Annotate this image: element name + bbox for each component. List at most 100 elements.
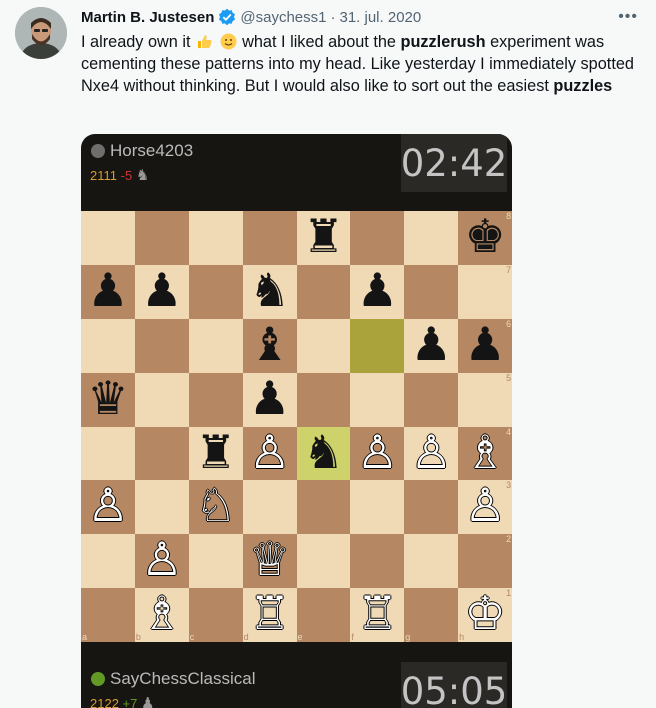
square-g3[interactable] [404,480,459,535]
chess-piece-a5[interactable]: ♛ [81,371,135,425]
square-c8[interactable] [188,211,243,265]
chess-piece-b2[interactable]: ♙ [135,532,189,586]
square-f8[interactable] [350,211,405,265]
square-f6[interactable] [350,318,405,373]
square-a5[interactable]: ♛ [81,371,135,427]
square-e5[interactable] [296,372,351,427]
square-f7[interactable]: ♟ [350,263,405,319]
top-player: Horse4203 [91,141,193,161]
chess-piece-g6[interactable]: ♟ [404,317,458,371]
square-c2[interactable] [188,534,243,589]
chess-piece-e4[interactable]: ♞ [297,425,351,479]
chess-piece-h3[interactable]: ♙ [458,478,512,532]
square-f1[interactable]: f ♖ [350,586,405,643]
chess-piece-g4[interactable]: ♙ [404,425,458,479]
chess-piece-d2[interactable]: ♕ [243,532,297,586]
square-d5[interactable]: ♟ [242,371,297,427]
square-b1[interactable]: b ♗ [134,586,189,643]
square-b4[interactable] [134,426,189,481]
square-a3[interactable]: ♙ [81,478,135,535]
square-a4[interactable] [81,426,135,481]
chess-piece-d6[interactable]: ♝ [243,317,297,371]
rank-label: 5 [506,372,512,383]
chess-piece-d4[interactable]: ♙ [243,425,297,479]
square-h3[interactable]: 3 ♙ [458,478,512,535]
square-f4[interactable]: ♙ [350,425,405,481]
square-c4[interactable]: ♜ [188,425,243,481]
square-c7[interactable] [188,264,243,319]
square-b7[interactable]: ♟ [134,263,189,319]
chess-piece-f1[interactable]: ♖ [350,586,404,640]
square-g5[interactable] [404,372,459,427]
square-f5[interactable] [350,372,405,427]
chess-piece-b1[interactable]: ♗ [135,586,189,640]
square-c6[interactable] [188,318,243,373]
square-a2[interactable] [81,534,135,589]
chess-board[interactable]: ♜ 8 ♚ ♟ ♟ ♞ ♟ 7 ♝ ♟ 6 ♟ ♛ ♟ 5 ♜ ♙ ♞ ♙ ♙ 4 ♗ ♙ ♘ 3 ♙ ♙ ♕ 2 a b ♗ c d ♖ e f ♖ g 1… [81,209,512,643]
square-e8[interactable]: ♜ [296,209,351,265]
square-f3[interactable] [350,480,405,535]
chess-piece-d7[interactable]: ♞ [243,263,297,317]
chess-piece-h6[interactable]: ♟ [458,317,512,371]
square-g2[interactable] [404,534,459,589]
square-a7[interactable]: ♟ [81,263,135,319]
tweet-date[interactable]: 31. jul. 2020 [339,9,421,26]
square-h1[interactable]: 1 h ♔ [458,586,512,643]
square-h4[interactable]: 4 ♗ [458,425,512,481]
square-b2[interactable]: ♙ [134,532,189,589]
square-b6[interactable] [134,318,189,373]
square-a8[interactable] [81,211,135,265]
chess-piece-d1[interactable]: ♖ [243,586,297,640]
square-e4[interactable]: ♞ [296,425,351,481]
square-g1[interactable]: g [404,588,459,643]
online-indicator-icon [91,672,105,686]
tweet-media-chess-board[interactable]: Horse4203 2111 -5 ♞ 02:42 ♜ 8 ♚ ♟ ♟ ♞ ♟ 7 ♝ ♟ 6 ♟ ♛ ♟… [81,134,512,708]
square-g6[interactable]: ♟ [404,317,459,373]
square-c5[interactable] [188,372,243,427]
author-handle[interactable]: @saychess1 [240,9,326,26]
square-h7[interactable]: 7 [458,264,512,319]
square-e1[interactable]: e [296,588,351,643]
square-h5[interactable]: 5 [458,372,512,427]
square-d4[interactable]: ♙ [242,425,297,481]
chess-piece-h8[interactable]: ♚ [458,209,512,263]
avatar[interactable] [15,7,67,59]
square-a1[interactable]: a [81,588,135,643]
chess-piece-a7[interactable]: ♟ [81,263,135,317]
chess-piece-f4[interactable]: ♙ [350,425,404,479]
square-e3[interactable] [296,480,351,535]
square-e7[interactable] [296,264,351,319]
square-c3[interactable]: ♘ [188,478,243,535]
square-g4[interactable]: ♙ [404,425,459,481]
chess-piece-c3[interactable]: ♘ [189,478,243,532]
author-name[interactable]: Martin B. Justesen [81,9,214,26]
square-d1[interactable]: d ♖ [242,586,297,643]
chess-piece-e8[interactable]: ♜ [297,209,351,263]
square-g8[interactable] [404,211,459,265]
square-b8[interactable] [134,211,189,265]
chess-piece-h4[interactable]: ♗ [458,425,512,479]
chess-piece-f7[interactable]: ♟ [350,263,404,317]
square-h8[interactable]: 8 ♚ [458,209,512,265]
chess-piece-a3[interactable]: ♙ [81,478,135,532]
more-options-icon[interactable]: ••• [618,8,638,26]
chess-piece-h1[interactable]: ♔ [458,586,512,640]
square-d6[interactable]: ♝ [242,317,297,373]
square-h6[interactable]: 6 ♟ [458,317,512,373]
square-d7[interactable]: ♞ [242,263,297,319]
square-d3[interactable] [242,480,297,535]
chess-piece-d5[interactable]: ♟ [243,371,297,425]
square-c1[interactable]: c [188,588,243,643]
square-b3[interactable] [134,480,189,535]
square-e2[interactable] [296,534,351,589]
chess-piece-b7[interactable]: ♟ [135,263,189,317]
chess-piece-c4[interactable]: ♜ [189,425,243,479]
square-d2[interactable]: ♕ [242,532,297,589]
square-f2[interactable] [350,534,405,589]
square-d8[interactable] [242,211,297,265]
square-e6[interactable] [296,318,351,373]
square-h2[interactable]: 2 [458,534,512,589]
square-g7[interactable] [404,264,459,319]
square-b5[interactable] [134,372,189,427]
square-a6[interactable] [81,318,135,373]
